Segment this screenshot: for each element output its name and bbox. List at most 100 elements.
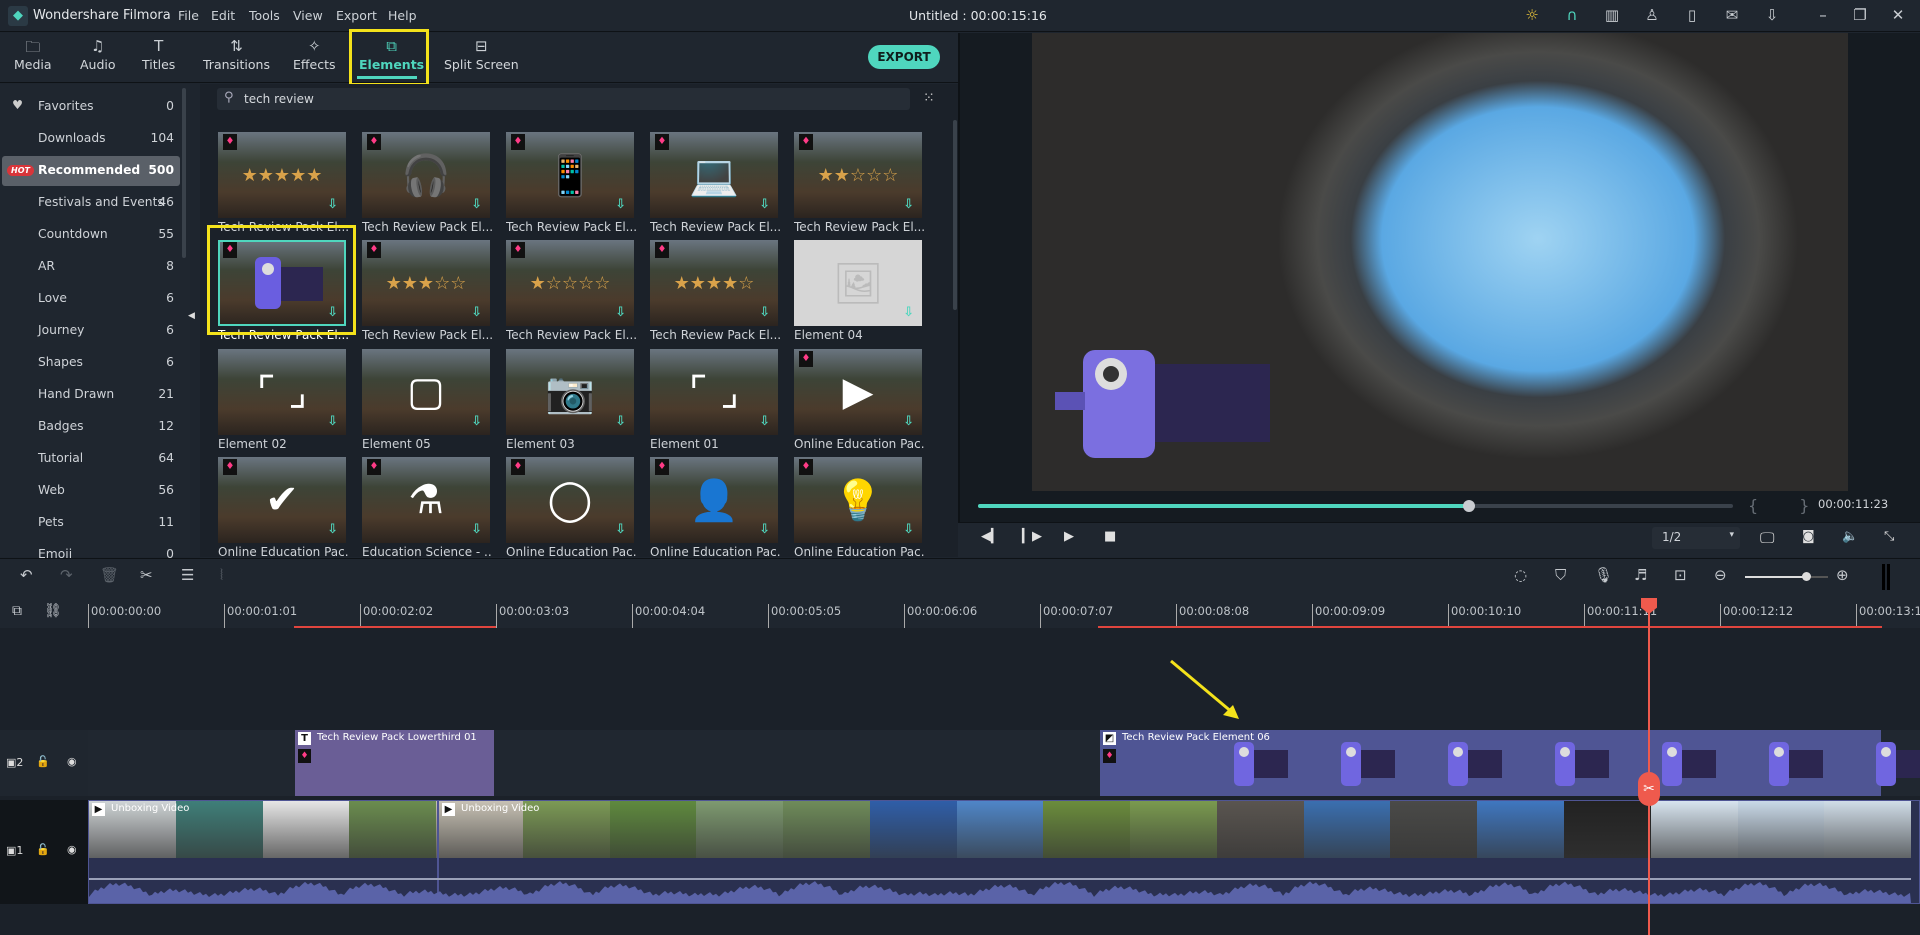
element-card[interactable]: ▶ ♦ ⇩ Online Education Pac...: [794, 349, 924, 455]
stop-icon[interactable]: ■: [1104, 529, 1116, 544]
download-icon[interactable]: ⇩: [327, 414, 338, 429]
element-card[interactable]: 📱 ♦ ⇩ Tech Review Pack El...: [506, 132, 636, 238]
tab-effects[interactable]: ✧ Effects: [293, 37, 336, 72]
element-card[interactable]: 📷 ⇩ Element 03: [506, 349, 634, 455]
zoom-out-icon[interactable]: ⊖: [1714, 566, 1727, 584]
download-icon[interactable]: ⇩: [759, 414, 770, 429]
sidebar-item-countdown[interactable]: Countdown 55: [2, 220, 180, 250]
audio-mixer-icon[interactable]: ♬: [1634, 566, 1647, 584]
element-card[interactable]: ★★★★☆ ♦ ⇩ Tech Review Pack El...: [650, 240, 780, 346]
timeline-zoom-slider[interactable]: [1745, 576, 1828, 578]
sidebar-item-hand-drawn[interactable]: Hand Drawn 21: [2, 380, 180, 410]
tab-titles[interactable]: T Titles: [142, 37, 175, 72]
zoom-in-icon[interactable]: ⊕: [1836, 566, 1849, 584]
render-icon[interactable]: ◌: [1514, 566, 1527, 584]
export-button[interactable]: EXPORT: [868, 45, 940, 69]
tab-transitions[interactable]: ⇅ Transitions: [203, 37, 270, 72]
element-card[interactable]: ★☆☆☆☆ ♦ ⇩ Tech Review Pack El...: [506, 240, 636, 346]
headset-icon[interactable]: ∩: [1562, 6, 1582, 24]
download-icon[interactable]: ⇩: [1762, 6, 1782, 24]
display-icon[interactable]: 🖵: [1760, 529, 1774, 547]
element-card[interactable]: 💡 ♦ ⇩ Online Education Pac...: [794, 457, 924, 563]
fit-timeline-icon[interactable]: ⊡: [1674, 566, 1687, 584]
element-card[interactable]: ⌜ ⌟ ⇩ Element 01: [650, 349, 778, 455]
progress-handle[interactable]: [1462, 500, 1475, 512]
download-icon[interactable]: ⇩: [471, 414, 482, 429]
sidebar-item-downloads[interactable]: Downloads 104: [2, 124, 180, 154]
search-box[interactable]: ⚲: [217, 88, 910, 110]
cut-icon[interactable]: ✂: [140, 566, 153, 584]
download-icon[interactable]: ⇩: [903, 414, 914, 429]
sidebar-item-journey[interactable]: Journey 6: [2, 316, 180, 346]
download-icon[interactable]: ⇩: [903, 197, 914, 212]
element-card[interactable]: ★★★☆☆ ♦ ⇩ Tech Review Pack El...: [362, 240, 492, 346]
volume-icon[interactable]: 🔈: [1842, 529, 1858, 544]
element-card[interactable]: ⚗ ♦ ⇩ Education Science - ...: [362, 457, 492, 563]
redo-icon[interactable]: ↷: [60, 566, 73, 584]
element-card[interactable]: 💻 ♦ ⇩ Tech Review Pack El...: [650, 132, 780, 238]
search-input[interactable]: [244, 90, 844, 108]
sidebar-item-ar[interactable]: AR 8: [2, 252, 180, 282]
minimize-icon[interactable]: –: [1813, 6, 1833, 24]
tab-media[interactable]: 🗀 Media: [14, 37, 52, 72]
delete-icon[interactable]: 🗑: [100, 566, 119, 584]
sidebar-scrollbar[interactable]: [182, 88, 186, 258]
preview-quality-select[interactable]: 1/2 ▾: [1652, 527, 1740, 549]
download-icon[interactable]: ⇩: [615, 414, 626, 429]
sidebar-item-web[interactable]: Web 56: [2, 476, 180, 506]
link-icon[interactable]: ⛓: [44, 603, 62, 619]
element-card[interactable]: 👤 ♦ ⇩ Online Education Pac...: [650, 457, 780, 563]
panel-divider[interactable]: [958, 33, 960, 557]
sidebar-item-badges[interactable]: Badges 12: [2, 412, 180, 442]
split-scissors-icon[interactable]: ✂: [1638, 772, 1660, 806]
element-card[interactable]: ★★★★★ ♦ ⇩ Tech Review Pack El...: [218, 132, 348, 238]
restore-icon[interactable]: ❐: [1850, 6, 1870, 24]
mark-in-out-icons[interactable]: { }: [1748, 496, 1827, 515]
element-card[interactable]: ★★☆☆☆ ♦ ⇩ Tech Review Pack El...: [794, 132, 924, 238]
marker-icon[interactable]: ⛉: [1555, 566, 1566, 584]
lowerthird-clip[interactable]: T Tech Review Pack Lowerthird 01 ♦: [295, 730, 494, 796]
tab-split-screen[interactable]: ⊟ Split Screen: [444, 37, 519, 72]
download-icon[interactable]: ⇩: [615, 522, 626, 537]
fullscreen-icon[interactable]: ⤡: [1884, 529, 1894, 544]
save-icon[interactable]: ▯: [1682, 6, 1702, 24]
element-card[interactable]: ✔ ♦ ⇩ Online Education Pac...: [218, 457, 348, 563]
next-frame-icon[interactable]: ▎▶: [1022, 529, 1042, 544]
element-card[interactable]: ⌜ ⌟ ⇩ Element 02: [218, 349, 346, 455]
tab-audio[interactable]: ♫ Audio: [80, 37, 116, 72]
download-icon[interactable]: ⇩: [471, 305, 482, 320]
zoom-slider-handle[interactable]: [1802, 572, 1811, 581]
add-track-icon[interactable]: ⧉: [12, 603, 22, 619]
download-icon[interactable]: ⇩: [615, 197, 626, 212]
element-card[interactable]: ▢ ⇩ Element 05: [362, 349, 490, 455]
sidebar-item-pets[interactable]: Pets 11: [2, 508, 180, 538]
element-card[interactable]: 🎧 ♦ ⇩ Tech Review Pack El...: [362, 132, 492, 238]
download-icon[interactable]: ⇩: [327, 522, 338, 537]
sidebar-item-recommended[interactable]: HOT Recommended 500: [2, 156, 180, 186]
download-icon[interactable]: ⇩: [471, 197, 482, 212]
playhead[interactable]: [1648, 598, 1650, 935]
download-icon[interactable]: ⇩: [903, 522, 914, 537]
undo-icon[interactable]: ↶: [20, 566, 33, 584]
sidebar-item-favorites[interactable]: ♥ Favorites 0: [2, 92, 180, 122]
menu-export[interactable]: Export: [336, 8, 377, 23]
download-icon[interactable]: ⇩: [615, 305, 626, 320]
download-icon[interactable]: ⇩: [759, 522, 770, 537]
download-icon[interactable]: ⇩: [759, 305, 770, 320]
sidebar-item-tutorial[interactable]: Tutorial 64: [2, 444, 180, 474]
sidebar-item-festivals-and-events[interactable]: Festivals and Events 46: [2, 188, 180, 218]
mail-icon[interactable]: ✉: [1722, 6, 1742, 24]
download-icon[interactable]: ⇩: [327, 197, 338, 212]
download-icon[interactable]: ⇩: [759, 197, 770, 212]
previous-frame-icon[interactable]: ◀▎: [981, 529, 1001, 544]
grid-view-icon[interactable]: ⁙: [923, 90, 935, 106]
voiceover-icon[interactable]: 🎙: [1594, 566, 1613, 584]
download-icon[interactable]: ⇩: [471, 522, 482, 537]
close-icon[interactable]: ✕: [1888, 6, 1908, 24]
menu-edit[interactable]: Edit: [211, 8, 235, 23]
element-card[interactable]: 🖼 ⇩ Element 04: [794, 240, 922, 346]
eye-icon[interactable]: ◉: [67, 755, 77, 768]
menu-view[interactable]: View: [293, 8, 323, 23]
menu-tools[interactable]: Tools: [249, 8, 280, 23]
sidebar-item-shapes[interactable]: Shapes 6: [2, 348, 180, 378]
